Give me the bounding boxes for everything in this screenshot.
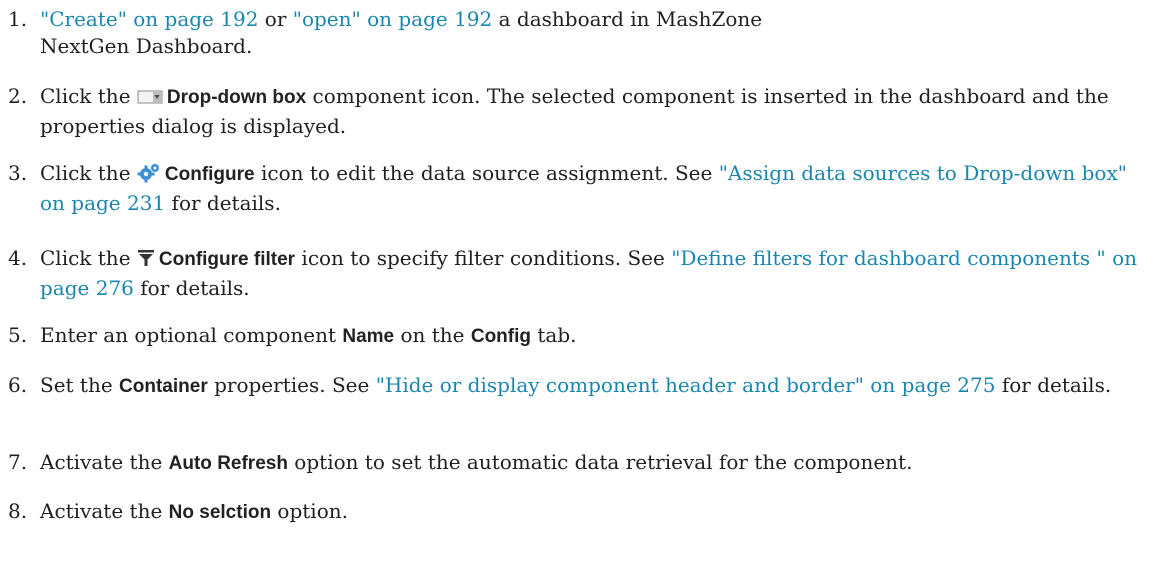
- step-number: 1.: [8, 7, 28, 31]
- step-1: 1. "Create" on page 192 or "open" on pag…: [8, 6, 1156, 60]
- step-2: 2. Click the Drop-down box component ico…: [8, 83, 1156, 140]
- open-link[interactable]: "open" on page 192: [293, 7, 493, 31]
- step-number: 8.: [8, 499, 28, 523]
- step-text: Click the Configure filter icon to speci…: [40, 245, 1156, 302]
- step-text-part: tab.: [531, 323, 577, 347]
- step-text-part: Click the: [40, 161, 137, 185]
- step-text: "Create" on page 192 or "open" on page 1…: [40, 6, 1156, 60]
- step-text-part: option.: [271, 499, 348, 523]
- step-text: Click the Configure icon to edit the dat…: [40, 160, 1156, 217]
- create-link[interactable]: "Create" on page 192: [40, 7, 258, 31]
- step-text-part: icon to edit the data source assignment.…: [254, 161, 719, 185]
- config-tab-label: Config: [470, 326, 532, 347]
- hide-display-header-link[interactable]: "Hide or display component header and bo…: [376, 373, 996, 397]
- step-text-part: or: [258, 7, 293, 31]
- step-text: Set the Container properties. See "Hide …: [40, 372, 1156, 400]
- step-text-part: Click the: [40, 84, 137, 108]
- step-text-part: for details.: [165, 191, 281, 215]
- step-3: 3. Click the Configure icon to edit the …: [8, 160, 1156, 217]
- gears-icon: [137, 163, 161, 190]
- filter-icon: [137, 248, 155, 275]
- step-text-part: for details.: [995, 373, 1112, 397]
- step-text-part: Activate the: [40, 499, 169, 523]
- configure-filter-label: Configure filter: [158, 249, 296, 270]
- step-text-part: Set the: [40, 373, 120, 397]
- step-number: 5.: [8, 323, 28, 347]
- name-label: Name: [342, 326, 395, 347]
- step-text-part: for details.: [133, 276, 250, 300]
- dropdown-box-label: Drop-down box: [166, 87, 307, 108]
- step-number: 4.: [8, 246, 28, 270]
- container-label: Container: [119, 376, 208, 397]
- step-text: Enter an optional component Name on the …: [40, 322, 1156, 350]
- step-number: 2.: [8, 84, 28, 108]
- configure-label: Configure: [164, 164, 255, 185]
- step-number: 3.: [8, 161, 28, 185]
- step-number: 7.: [8, 450, 28, 474]
- step-text-part: Click the: [40, 246, 137, 270]
- step-text: Click the Drop-down box component icon. …: [40, 83, 1156, 140]
- document-page: 1. "Create" on page 192 or "open" on pag…: [0, 0, 1166, 587]
- step-text-part: Enter an optional component: [40, 323, 343, 347]
- step-7: 7. Activate the Auto Refresh option to s…: [8, 449, 1156, 477]
- step-text-part: icon to specify filter conditions. See: [295, 246, 672, 270]
- step-text-part: properties. See: [207, 373, 376, 397]
- no-selection-label: No selction: [168, 502, 272, 523]
- step-text: Activate the No selction option.: [40, 498, 1156, 526]
- step-text-part: on the: [394, 323, 471, 347]
- step-text-part: a dashboard in MashZone: [492, 7, 763, 31]
- step-text-part: Activate the: [40, 450, 169, 474]
- step-4: 4. Click the Configure filter icon to sp…: [8, 245, 1156, 302]
- step-text-part: option to set the automatic data retriev…: [287, 450, 913, 474]
- step-text-part: NextGen Dashboard.: [40, 34, 253, 58]
- step-text: Activate the Auto Refresh option to set …: [40, 449, 1156, 477]
- dropdown-box-icon: [137, 86, 163, 113]
- step-6: 6. Set the Container properties. See "Hi…: [8, 372, 1156, 400]
- step-number: 6.: [8, 373, 28, 397]
- auto-refresh-label: Auto Refresh: [168, 453, 288, 474]
- step-8: 8. Activate the No selction option.: [8, 498, 1156, 526]
- step-5: 5. Enter an optional component Name on t…: [8, 322, 1156, 350]
